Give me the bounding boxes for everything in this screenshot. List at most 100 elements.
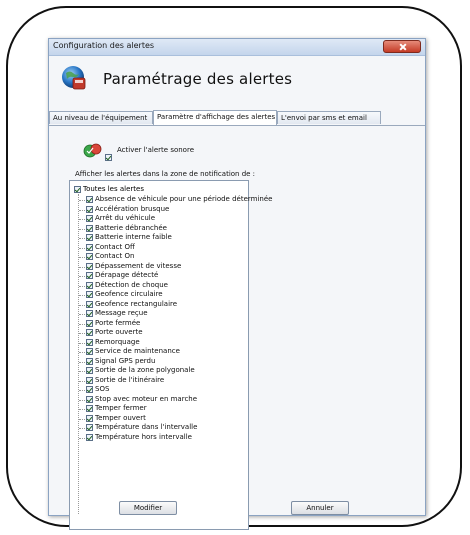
alert-list-item: Batterie débranchée [70,224,248,234]
alert-label: Contact On [95,252,135,260]
cancel-button[interactable]: Annuler [291,501,349,515]
alert-list-item: Absence de véhicule pour une période dét… [70,195,272,205]
alert-checkbox[interactable] [86,424,93,432]
notification-section-label: Afficher les alertes dans la zone de not… [75,170,256,178]
alert-list-item: SOS [70,385,248,395]
alert-label: Sortie de la zone polygonale [95,366,195,374]
tab-equipment[interactable]: Au niveau de l'équipement [49,111,153,124]
alert-label: SOS [95,385,110,393]
sound-alert-checkbox[interactable] [105,154,112,161]
alert-label: Sortie de l'itinéraire [95,375,165,384]
alert-checkbox[interactable] [86,205,93,213]
alert-list-item: Stop avec moteur en marche [70,395,248,405]
alert-list-item: Signal GPS perdu [70,357,248,367]
alert-list-item: Sortie de la zone polygonale [70,366,248,376]
title-bar: Configuration des alertes [49,39,425,56]
page-title: Paramétrage des alertes [103,70,293,88]
sound-alert-label: Activer l'alerte sonore [117,146,194,154]
alert-list-item: Temper ouvert [70,414,248,424]
alert-list-item: Geofence circulaire [70,290,248,300]
alert-label: Service de maintenance [95,347,180,355]
alert-checkbox[interactable] [86,262,93,270]
alert-checkbox[interactable] [86,234,93,242]
alert-label: Batterie débranchée [95,223,167,232]
alert-list-item: Température dans l'intervalle [70,423,248,433]
alert-checkbox[interactable] [86,329,93,337]
alert-checkbox[interactable] [86,215,93,223]
alert-list-item: Accélération brusque [70,205,248,215]
tab-sms-email[interactable]: L'envoi par sms et email [277,111,381,124]
alert-checkbox[interactable] [86,310,93,318]
alert-checkbox[interactable] [86,357,93,365]
sound-alert-icon [83,143,102,158]
alert-label: Contact Off [95,242,135,251]
alert-list-item: Sortie de l'itinéraire [70,376,248,386]
alert-label: Temper fermer [95,404,147,412]
all-alerts-label: Toutes les alertes [83,185,144,193]
alert-label: Absence de véhicule pour une période dét… [95,195,273,203]
alert-checkbox[interactable] [86,386,93,394]
dialog-header: Paramétrage des alertes [57,63,357,103]
alert-checkbox[interactable] [86,291,93,299]
alert-checkbox[interactable] [86,433,93,441]
alert-checkbox[interactable] [86,414,93,422]
alert-checkbox[interactable] [86,319,93,327]
alert-label: Stop avec moteur en marche [95,394,198,403]
alert-list-item: Détection de choque [70,281,248,291]
sound-alert-row: Activer l'alerte sonore [83,143,194,161]
alert-list-item: Contact Off [70,243,248,253]
alert-label: Arrêt du véhicule [95,214,156,222]
alert-label: Détection de choque [95,280,168,289]
alert-checkbox[interactable] [86,376,93,384]
alert-label: Porte ouverte [95,328,143,336]
alert-label: Message reçue [95,309,148,317]
alert-label: Geofence rectangulaire [95,299,178,308]
alert-list: Absence de véhicule pour une période dét… [70,195,272,443]
alert-label: Remorquage [95,337,140,346]
alert-label: Température hors intervalle [95,432,192,441]
alert-list-item: Message reçue [70,309,248,319]
alert-config-window: Configuration des alertes Paramétrage de… [48,38,426,530]
alert-checkbox[interactable] [86,196,93,204]
close-button[interactable] [383,40,421,53]
alert-label: Dérapage détecté [95,271,159,279]
tab-display-settings[interactable]: Paramètre d'affichage des alertes [153,110,277,125]
alert-checkbox[interactable] [86,224,93,232]
alert-list-item: Dépassement de vitesse [70,262,248,272]
alerts-tree: Toutes les alertes Absence de véhicule p… [69,180,272,530]
alert-checkbox[interactable] [86,281,93,289]
all-alerts-checkbox[interactable] [74,185,81,193]
alert-checkbox[interactable] [86,405,93,413]
alert-checkbox[interactable] [86,253,93,261]
alert-checkbox[interactable] [86,367,93,375]
alert-list-item: Contact On [70,252,248,262]
window-title: Configuration des alertes [53,41,155,50]
alert-label: Accélération brusque [95,204,170,213]
alert-checkbox[interactable] [86,395,93,403]
alert-checkbox[interactable] [86,272,93,280]
alert-list-item: Service de maintenance [70,347,248,357]
alert-label: Signal GPS perdu [95,356,156,365]
alert-checkbox[interactable] [86,243,93,251]
alert-label: Temper ouvert [95,413,146,422]
alert-label: Température dans l'intervalle [95,423,198,431]
alert-checkbox[interactable] [86,300,93,308]
tab-panel: Activer l'alerte sonore Afficher les ale… [49,125,425,530]
tab-bar: Au niveau de l'équipement Paramètre d'af… [49,110,425,125]
alert-label: Dépassement de vitesse [95,261,182,270]
alert-list-item: Température hors intervalle [70,433,248,443]
alert-list-item: Porte ouverte [70,328,248,338]
alert-checkbox[interactable] [86,348,93,356]
alert-list-item: Geofence rectangulaire [70,300,248,310]
alert-label: Batterie interne faible [95,233,172,241]
alert-list-item: Porte fermée [70,319,248,329]
alert-list-item: Temper fermer [70,404,248,414]
modify-button[interactable]: Modifier [119,501,177,515]
alert-label: Porte fermée [95,318,141,327]
alert-label: Geofence circulaire [95,290,163,298]
alert-list-item: Dérapage détecté [70,271,248,281]
tree-root-item: Toutes les alertes [74,185,144,195]
alert-list-item: Remorquage [70,338,248,348]
alert-list-item: Batterie interne faible [70,233,248,243]
alert-checkbox[interactable] [86,338,93,346]
